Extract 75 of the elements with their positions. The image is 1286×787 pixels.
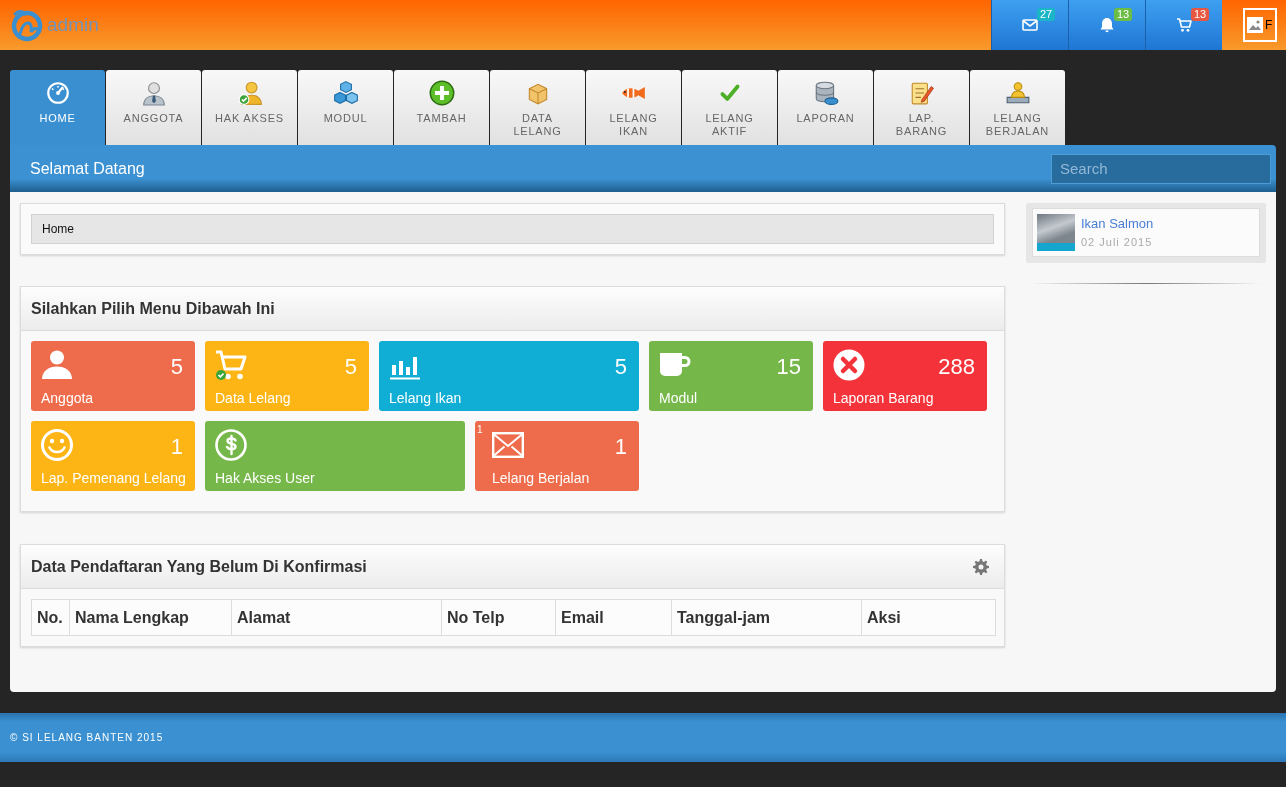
nav-tab[interactable]: DATA LELANG [490, 70, 585, 145]
nav-tab[interactable]: LELANG IKAN [586, 70, 681, 145]
menu-tile[interactable]: 1 1 Lelang Berjalan [475, 421, 639, 491]
menu-tile[interactable]: Hak Akses User [205, 421, 465, 491]
copyright-text: © SI LELANG BANTEN 2015 [10, 732, 164, 743]
tile-label: Lelang Ikan [389, 389, 462, 407]
tile-count: 288 [938, 355, 975, 379]
nav-tab[interactable]: LAP. BARANG [874, 70, 969, 145]
breadcrumb-link[interactable]: Home [42, 222, 74, 236]
menu-tile[interactable]: 5 Lelang Ikan [379, 341, 639, 411]
smiley-icon [41, 429, 73, 461]
tile-count: 1 [170, 435, 183, 459]
news-date: 02 Juli 2015 [1081, 236, 1153, 249]
mail-button[interactable]: 27 [991, 0, 1068, 50]
tile-label: Anggota [41, 389, 94, 407]
tile-count: 5 [344, 355, 357, 379]
tile-label: Hak Akses User [215, 469, 315, 487]
nav-tab[interactable]: HAK AKSES [202, 70, 297, 145]
plus-circle-icon [428, 80, 455, 106]
notifications-button[interactable]: 13 [1068, 0, 1145, 50]
user-check-icon [236, 80, 263, 106]
nav-tab[interactable]: HOME [10, 70, 105, 145]
photo-placeholder [1037, 214, 1075, 251]
column-header: Aksi [861, 599, 996, 636]
page-title: Selamat Datang [30, 159, 145, 178]
logo-icon [9, 7, 45, 43]
nav-tab[interactable]: LAPORAN [778, 70, 873, 145]
tile-label: Data Lelang [215, 389, 291, 407]
tile-label: Lelang Berjalan [492, 469, 590, 487]
menu-tile[interactable]: 15 Modul [649, 341, 813, 411]
panel-title: Data Pendaftaran Yang Belum Di Konfirmasi [31, 557, 367, 576]
count-badge: 13 [1114, 8, 1133, 21]
column-header: Alamat [231, 599, 442, 636]
column-header: No Telp [441, 599, 556, 636]
nav-tab[interactable]: TAMBAH [394, 70, 489, 145]
tile-count: 15 [776, 355, 801, 379]
tile-label: Laporan Barang [833, 389, 934, 407]
nav-tab[interactable]: MODUL [298, 70, 393, 145]
user-menu-button[interactable]: F [1243, 8, 1277, 42]
column-header: Tanggal-jam [671, 599, 862, 636]
nav-tab[interactable]: ANGGOTA [106, 70, 201, 145]
nav-tab[interactable]: LELANG AKTIF [682, 70, 777, 145]
person-icon [140, 80, 167, 106]
bell-icon [1099, 17, 1115, 33]
count-badge: 13 [1191, 8, 1210, 21]
logo-text: admin [47, 14, 99, 36]
dollar-circle-icon [215, 429, 247, 461]
cubes-icon [332, 80, 359, 106]
cart-icon [1176, 17, 1192, 33]
person-tray-icon [1004, 80, 1031, 106]
count-badge: 27 [1037, 8, 1056, 21]
column-header: Email [555, 599, 672, 636]
nav-tab[interactable]: LELANG BERJALAN [970, 70, 1065, 145]
menu-tile[interactable]: 288 Laporan Barang [823, 341, 987, 411]
envelope-icon [492, 429, 524, 461]
tile-note: 1 [477, 424, 483, 435]
search-field[interactable]: Search [1051, 153, 1271, 184]
envelope-icon [1022, 17, 1038, 33]
tile-label: Modul [659, 389, 698, 407]
column-header: Nama Lengkap [69, 599, 232, 636]
tile-count: 5 [614, 355, 627, 379]
cart-button[interactable]: 13 [1145, 0, 1222, 50]
tile-label: Lap. Pemenang Lelang [41, 469, 186, 487]
close-circle-icon [833, 349, 865, 381]
image-icon [1247, 17, 1263, 33]
cart-check-icon [215, 349, 247, 381]
person-icon [41, 349, 73, 381]
settings-icon[interactable] [973, 558, 989, 575]
menu-tile[interactable]: 5 Anggota [31, 341, 195, 411]
gauge-icon [44, 80, 71, 106]
tile-count: 5 [170, 355, 183, 379]
news-title-link[interactable]: Ikan Salmon [1081, 216, 1154, 232]
tile-count: 1 [614, 435, 627, 459]
panel-title: Silahkan Pilih Menu Dibawah Ini [31, 299, 275, 318]
column-header: No. [31, 599, 70, 636]
